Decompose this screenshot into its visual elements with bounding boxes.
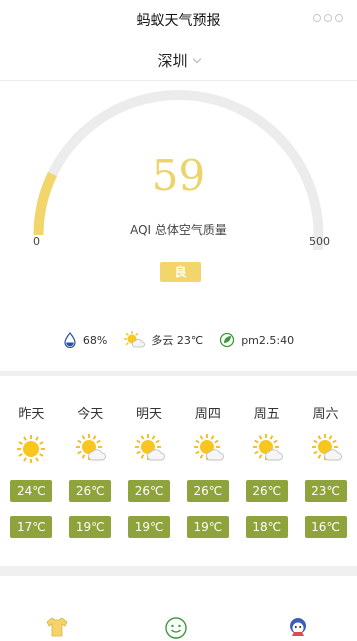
weather-item: 多云 23℃ — [123, 330, 203, 350]
dot-icon — [313, 14, 321, 22]
pm25-item: pm2.5:40 — [219, 332, 294, 348]
forecast-low-temp: 19℃ — [186, 516, 229, 538]
forecast-day: 周四 26℃ 19℃ — [184, 396, 232, 538]
conditions-row: 68% 多云 23℃ pm2.5:40 — [0, 330, 357, 350]
chevron-down-icon — [192, 54, 201, 64]
section-divider — [0, 371, 357, 376]
forecast-day-name: 昨天 — [18, 407, 45, 422]
tshirt-icon[interactable] — [44, 616, 70, 638]
city-name: 深圳 — [157, 52, 188, 70]
dot-icon — [324, 14, 332, 22]
humidity-item: 68% — [63, 332, 107, 348]
forecast-high-temp: 24℃ — [10, 480, 53, 502]
mascot-icon[interactable] — [286, 616, 310, 640]
forecast-high-temp: 23℃ — [304, 480, 347, 502]
nav-bar: 蚂蚁天气预报 — [0, 0, 357, 38]
dot-icon — [335, 14, 343, 22]
forecast-low-temp: 19℃ — [69, 516, 112, 538]
leaf-icon — [220, 332, 235, 348]
more-menu-button[interactable] — [309, 11, 347, 25]
footer — [0, 576, 357, 641]
forecast-day-name: 周五 — [253, 407, 280, 422]
forecast-list: 昨天 24℃ 17℃ 今天 26℃ 19℃ 明天 26℃ 19℃ 周四 26℃ … — [0, 396, 357, 538]
forecast-high-temp: 26℃ — [128, 480, 171, 502]
forecast-day: 今天 26℃ 19℃ — [66, 396, 114, 538]
partly-cloudy-icon — [250, 432, 284, 466]
city-selector[interactable]: 深圳 — [0, 50, 357, 71]
aqi-label: AQI 总体空气质量 — [130, 223, 227, 237]
aqi-range-max: 500 — [309, 235, 330, 248]
forecast-high-temp: 26℃ — [245, 480, 288, 502]
partly-cloudy-icon — [191, 432, 225, 466]
forecast-day-name: 明天 — [136, 407, 163, 422]
smile-icon[interactable] — [164, 616, 188, 640]
section-divider — [0, 566, 357, 576]
water-drop-icon — [64, 332, 76, 348]
aqi-value: 59 — [151, 151, 206, 200]
pm25-value: pm2.5:40 — [241, 333, 295, 347]
forecast-day: 昨天 24℃ 17℃ — [7, 396, 55, 538]
weather-value: 多云 23℃ — [151, 334, 204, 347]
forecast-high-temp: 26℃ — [69, 480, 112, 502]
partly-cloudy-icon — [73, 432, 107, 466]
forecast-day-name: 今天 — [77, 407, 104, 422]
partly-cloudy-icon — [124, 331, 146, 348]
forecast-low-temp: 17℃ — [10, 516, 53, 538]
sunny-icon — [14, 432, 48, 466]
aqi-range-min: 0 — [33, 235, 40, 248]
forecast-high-temp: 26℃ — [186, 480, 229, 502]
aqi-level-badge: 良 — [160, 262, 201, 282]
forecast-day: 周五 26℃ 18℃ — [243, 396, 291, 538]
forecast-day: 周六 23℃ 16℃ — [302, 396, 350, 538]
forecast-day-name: 周四 — [194, 407, 221, 422]
partly-cloudy-icon — [309, 432, 343, 466]
humidity-value: 68% — [82, 333, 108, 347]
forecast-low-temp: 18℃ — [245, 516, 288, 538]
forecast-low-temp: 19℃ — [128, 516, 171, 538]
partly-cloudy-icon — [132, 432, 166, 466]
forecast-low-temp: 16℃ — [304, 516, 347, 538]
forecast-day: 明天 26℃ 19℃ — [125, 396, 173, 538]
forecast-day-name: 周六 — [312, 407, 339, 422]
nav-title: 蚂蚁天气预报 — [136, 13, 221, 29]
